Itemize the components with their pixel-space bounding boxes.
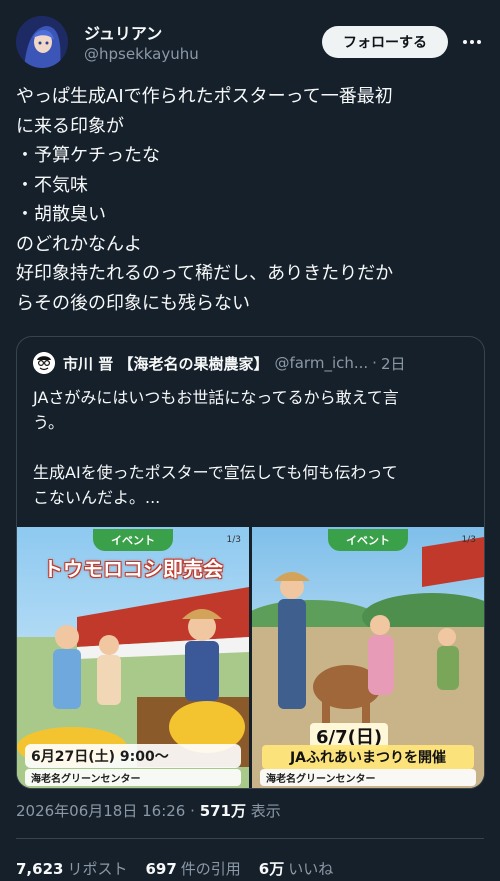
likes-label: いいね [288, 860, 334, 878]
poster-title: JAふれあいまつりを開催 [262, 745, 474, 769]
poster-page-count: 1/3 [461, 535, 476, 545]
poster-date: 6月27日(土) 9:00〜 [25, 744, 241, 768]
quoted-handle: @farm_ich... [274, 354, 369, 372]
display-name[interactable]: ジュリアン [84, 20, 162, 44]
poster-title: トウモロコシ即売会 [43, 557, 223, 581]
follow-button[interactable]: フォローする [322, 26, 448, 58]
quotes-stat[interactable]: 697 件の引用 [145, 858, 240, 879]
poster-venue: 海老名グリーンセンター [25, 769, 241, 786]
quoted-media: 1/3 イベント トウモロコシ即売会 6月27日(土) 9:00〜 海老名グリー… [17, 527, 484, 788]
likes-stat[interactable]: 6万 いいね [259, 858, 333, 879]
reposts-count: 7,623 [16, 860, 64, 878]
tweet-header: ジュリアン @hpsekkayuhu フォローする [16, 14, 484, 70]
views-label: 表示 [250, 802, 281, 820]
reposts-label: リポスト [67, 860, 128, 878]
quotes-label: 件の引用 [180, 860, 241, 878]
username-handle[interactable]: @hpsekkayuhu [84, 45, 199, 63]
engagement-stats: 7,623 リポスト 697 件の引用 6万 いいね [16, 858, 351, 879]
quoted-display-name: 市川 晋 【海老名の果樹農家】 [63, 354, 269, 373]
quoted-time: 2日 [380, 354, 406, 373]
quoted-tweet-text: JAさがみにはいつもお世話になってるから敢えて言 う。 生成AIを使ったポスター… [33, 388, 399, 507]
poster-corn-sale[interactable]: 1/3 イベント トウモロコシ即売会 6月27日(土) 9:00〜 海老名グリー… [17, 527, 249, 788]
quoted-avatar[interactable] [33, 352, 55, 374]
quoted-tweet-header: 市川 晋 【海老名の果樹農家】 @farm_ich... · 2日 [33, 351, 473, 375]
more-horizontal-icon[interactable] [460, 28, 484, 56]
poster-festival[interactable]: 1/3 イベント 6/7(日) JAふれあいまつりを開催 海老名グリーンセンター [252, 527, 484, 788]
quoted-tweet[interactable]: 市川 晋 【海老名の果樹農家】 @farm_ich... · 2日 JAさがみに… [16, 336, 485, 789]
tweet-meta: 2026年06月18日 16:26 · 571万 表示 [16, 800, 281, 821]
separator-dot: · [372, 354, 377, 372]
likes-count: 6万 [258, 860, 285, 878]
quotes-count: 697 [145, 860, 177, 878]
views-count: 571万 [199, 802, 246, 820]
reposts-stat[interactable]: 7,623 リポスト [16, 858, 127, 879]
poster-venue: 海老名グリーンセンター [260, 769, 476, 786]
poster-page-count: 1/3 [226, 535, 241, 545]
tweet-timestamp[interactable]: 2026年06月18日 16:26 [16, 802, 185, 820]
divider [16, 838, 484, 839]
avatar-image [16, 16, 68, 68]
tweet-text: やっぱ生成AIで作られたポスターって一番最初 に来る印象が ・予算ケチったな ・… [16, 86, 394, 314]
avatar[interactable] [16, 16, 68, 68]
separator-dot: · [190, 802, 195, 820]
poster-event-tag: イベント [93, 529, 173, 551]
poster-event-tag: イベント [328, 529, 408, 551]
